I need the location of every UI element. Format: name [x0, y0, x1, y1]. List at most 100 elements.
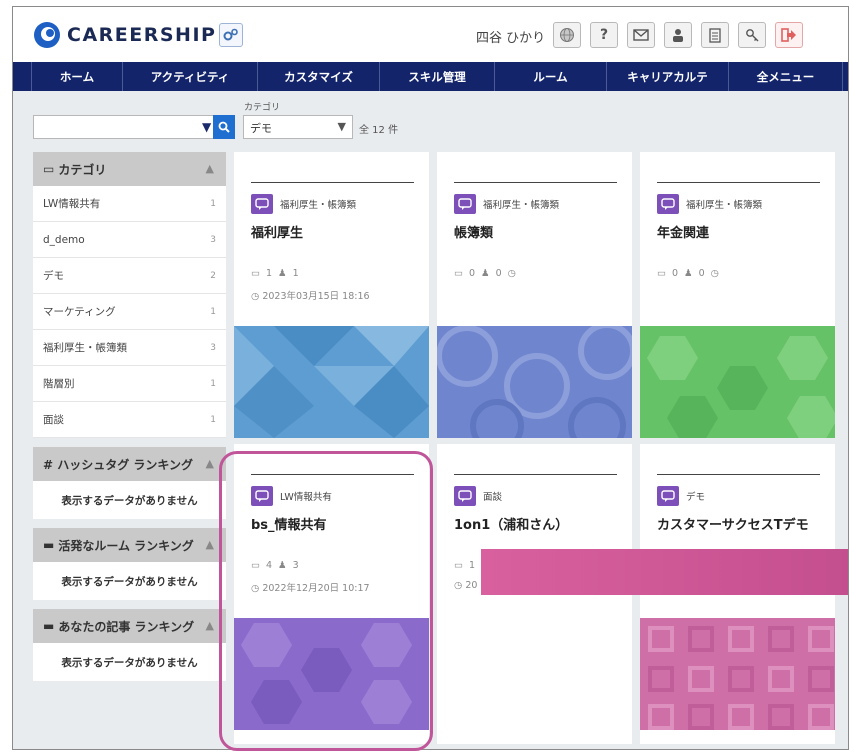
chevron-up-icon: ▲	[205, 162, 214, 175]
category-panel-header[interactable]: ▭ カテゴリ ▲	[33, 152, 226, 186]
logout-button[interactable]	[775, 22, 803, 48]
profile-icon	[673, 29, 683, 42]
header-tools: ?	[553, 22, 803, 48]
my-posts-ranking-title: あなたの記事 ランキング	[58, 619, 195, 634]
sidebar-item-category[interactable]: 階層別 1	[33, 366, 226, 402]
overlay-banner	[481, 549, 848, 595]
category-name: LW情報共有	[43, 198, 101, 210]
my-posts-ranking-header[interactable]: ▬ あなたの記事 ランキング ▲	[33, 609, 226, 643]
sidebar-item-category[interactable]: マーケティング 1	[33, 294, 226, 330]
sidebar-item-category[interactable]: 面談 1	[33, 402, 226, 438]
card-category: デモ	[686, 492, 706, 503]
settings-button[interactable]	[219, 23, 243, 47]
nav-item-all-menu[interactable]: 全メニュー	[728, 62, 843, 91]
search-input[interactable]: ▼	[33, 115, 233, 139]
chat-icon	[454, 486, 476, 506]
my-posts-ranking-empty: 表示するデータがありません	[33, 643, 226, 681]
post-count-icon: ▭	[657, 268, 666, 279]
card-title: 福利厚生	[251, 226, 304, 241]
card-cover-image	[640, 618, 835, 730]
member-icon: ♟	[278, 268, 287, 279]
category-filter-label: カテゴリ	[244, 103, 281, 113]
sidebar-item-category[interactable]: デモ 2	[33, 258, 226, 294]
logo[interactable]: CAREERSHIP	[33, 21, 216, 49]
sidebar: ▭ カテゴリ ▲ LW情報共有 1 d_demo 3 デモ 2 マーケティング 1 福利…	[33, 152, 226, 681]
post-count: 0	[468, 268, 476, 279]
card-cover-image	[640, 326, 835, 438]
post-count: 1	[265, 268, 273, 279]
globe-button[interactable]	[553, 22, 581, 48]
logo-text: CAREERSHIP	[67, 24, 217, 46]
category-name: 面談	[43, 414, 64, 426]
active-room-ranking-title: 活発なルーム ランキング	[58, 538, 194, 553]
nav-item-customize[interactable]: カスタマイズ	[257, 62, 379, 91]
room-icon: ▬	[43, 619, 55, 633]
sidebar-item-category[interactable]: LW情報共有 1	[33, 186, 226, 222]
gear-icon	[223, 28, 238, 41]
card-title: 1on1（浦和さん）	[454, 518, 569, 533]
card-title: 年金関連	[657, 226, 710, 241]
hashtag-ranking-empty: 表示するデータがありません	[33, 481, 226, 519]
member-icon: ♟	[481, 268, 490, 279]
category-count: 1	[210, 306, 216, 317]
category-select-value: デモ	[250, 122, 272, 135]
result-count: 全 12 件	[359, 125, 399, 136]
sidebar-item-category[interactable]: 福利厚生・帳簿類 3	[33, 330, 226, 366]
room-icon: ▬	[43, 538, 55, 552]
card-category: 福利厚生・帳簿類	[686, 200, 763, 211]
clock-icon: ◷	[507, 268, 516, 279]
chevron-down-icon: ▼	[202, 120, 212, 134]
chevron-up-icon: ▲	[205, 619, 214, 632]
category-name: マーケティング	[43, 306, 116, 318]
category-name: d_demo	[43, 233, 85, 246]
profile-button[interactable]	[664, 22, 692, 48]
nav-item-home[interactable]: ホーム	[31, 62, 122, 91]
chevron-down-icon: ▼	[337, 120, 346, 133]
mail-button[interactable]	[627, 22, 655, 48]
chevron-up-icon: ▲	[205, 457, 214, 470]
category-name: 福利厚生・帳簿類	[43, 342, 127, 354]
post-count-icon: ▭	[454, 560, 463, 571]
category-count: 3	[210, 342, 216, 353]
room-card[interactable]: 福利厚生・帳簿類 福利厚生 ▭ 1 ♟ 1 ◷ 2023年03月15日 18:16	[234, 152, 429, 438]
active-room-ranking-header[interactable]: ▬ 活発なルーム ランキング ▲	[33, 528, 226, 562]
card-title: 帳簿類	[454, 226, 494, 241]
card-category: 福利厚生・帳簿類	[280, 200, 357, 211]
mail-icon	[633, 29, 649, 41]
nav-item-room[interactable]: ルーム	[494, 62, 606, 91]
category-select[interactable]: デモ ▼	[243, 115, 353, 139]
room-card[interactable]: 福利厚生・帳簿類 帳簿類 ▭ 0 ♟ 0 ◷	[437, 152, 632, 438]
nav-item-activity[interactable]: アクティビティ	[122, 62, 257, 91]
search-icon	[218, 121, 230, 133]
chat-icon	[657, 194, 679, 214]
nav-item-career-chart[interactable]: キャリアカルテ	[606, 62, 728, 91]
clock-icon: ◷	[710, 268, 719, 279]
card-category: 面談	[483, 492, 503, 503]
post-count-icon: ▭	[251, 268, 260, 279]
logo-mark-icon	[34, 22, 60, 48]
nav-item-skill[interactable]: スキル管理	[379, 62, 494, 91]
top-bar: CAREERSHIP 四谷 ひかり ?	[13, 7, 848, 62]
member-count: 0	[495, 268, 502, 279]
card-title: カスタマーサクセスTデモ	[657, 518, 809, 533]
search-button[interactable]	[213, 115, 235, 139]
document-button[interactable]	[701, 22, 729, 48]
sidebar-item-category[interactable]: d_demo 3	[33, 222, 226, 258]
logout-icon	[781, 28, 796, 42]
chevron-up-icon: ▲	[205, 538, 214, 551]
category-name: デモ	[43, 270, 64, 282]
card-date: 2023年03月15日 18:16	[262, 291, 370, 302]
active-room-ranking-empty: 表示するデータがありません	[33, 562, 226, 600]
help-button[interactable]: ?	[590, 22, 618, 48]
member-count: 1	[292, 268, 299, 279]
document-icon	[709, 27, 721, 43]
key-button[interactable]	[738, 22, 766, 48]
clock-icon: ◷	[251, 291, 263, 302]
category-count: 2	[210, 270, 216, 281]
folder-icon: ▭	[43, 162, 55, 176]
member-icon: ♟	[684, 268, 693, 279]
room-card[interactable]: 福利厚生・帳簿類 年金関連 ▭ 0 ♟ 0 ◷	[640, 152, 835, 438]
hashtag-ranking-header[interactable]: # ハッシュタグ ランキング ▲	[33, 447, 226, 481]
card-date: 20	[465, 580, 478, 591]
category-name: 階層別	[43, 378, 75, 390]
